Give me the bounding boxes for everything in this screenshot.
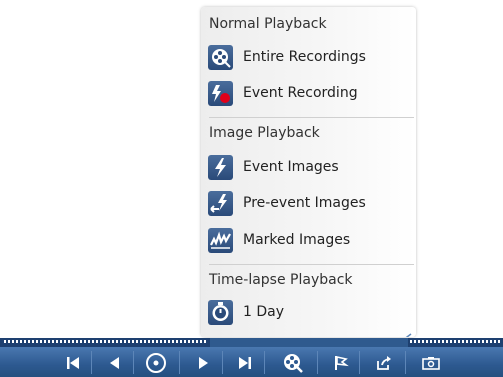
lightning-icon [208,155,233,180]
skip-to-start-icon[interactable] [64,354,82,372]
film-reel-icon[interactable] [282,352,304,374]
menu-item-label: 1 Day [243,304,285,320]
event-recording-icon [208,81,233,106]
export-icon[interactable] [375,354,393,372]
record-icon[interactable] [145,352,167,374]
skip-to-end-icon[interactable] [236,354,254,372]
menu-divider [209,117,414,118]
menu-item-event-images[interactable]: Event Images [208,155,408,181]
menu-divider [209,264,414,265]
toolbar-divider [179,351,180,374]
section-title-normal-playback: Normal Playback [209,16,327,32]
timeline-menu-anchor [210,338,408,347]
marked-images-icon [208,228,233,253]
toolbar-divider [264,351,265,374]
menu-item-label: Marked Images [243,232,351,248]
mark-flag-icon[interactable] [332,354,350,372]
menu-item-marked-images[interactable]: Marked Images [208,228,408,254]
timeline-ticks [4,340,207,343]
playback-toolbar [0,347,503,377]
menu-item-entire-recordings[interactable]: Entire Recordings [208,45,408,71]
menu-item-label: Entire Recordings [243,49,366,65]
menu-item-event-recording[interactable]: Event Recording [208,81,408,107]
pre-event-icon [208,191,233,216]
section-title-time-lapse-playback: Time-lapse Playback [209,272,353,288]
menu-item-label: Pre-event Images [243,195,366,211]
toolbar-divider [133,351,134,374]
toolbar-divider [359,351,360,374]
menu-item-label: Event Recording [243,85,358,101]
timeline-bar[interactable] [0,338,503,347]
film-reel-icon [208,45,233,70]
menu-resize-corner[interactable] [402,326,412,337]
menu-item-1-day[interactable]: 1 Day [208,300,408,326]
section-title-image-playback: Image Playback [209,125,320,141]
play-icon[interactable] [194,354,212,372]
toolbar-divider [91,351,92,374]
snapshot-icon[interactable] [421,354,441,372]
toolbar-divider [317,351,318,374]
playback-mode-menu: Normal Playback Entire Recordings Event … [201,7,416,337]
timer-icon [208,300,233,325]
toolbar-divider [405,351,406,374]
menu-item-pre-event-images[interactable]: Pre-event Images [208,191,408,217]
step-back-icon[interactable] [106,354,124,372]
timeline-ticks [410,340,500,343]
toolbar-divider [222,351,223,374]
menu-item-label: Event Images [243,159,339,175]
